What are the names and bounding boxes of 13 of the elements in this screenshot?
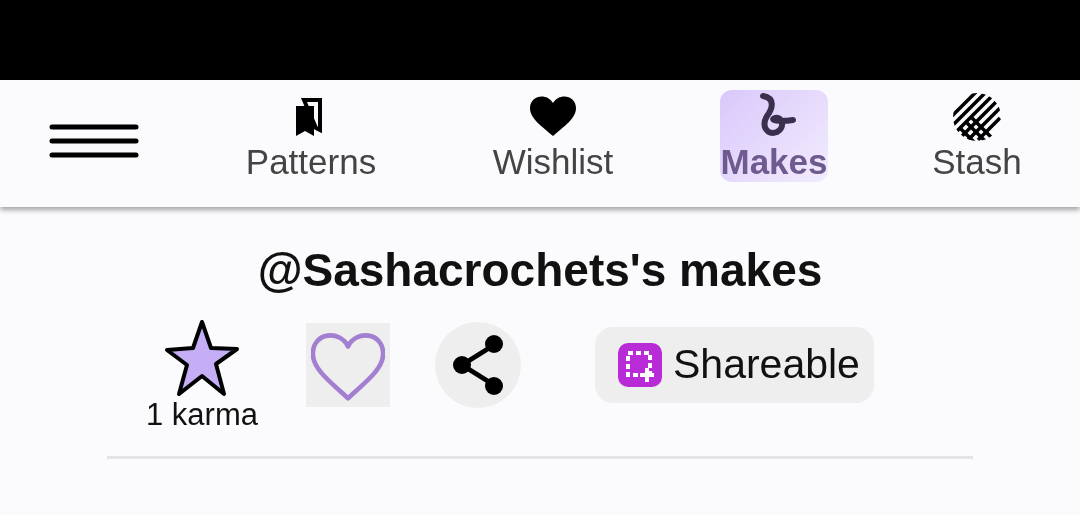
shareable-button[interactable]: Shareable	[595, 327, 874, 404]
nav-tab[interactable]: Makes	[720, 90, 828, 183]
menu-button[interactable]	[48, 123, 139, 160]
nav-tab[interactable]: Wishlist	[488, 90, 618, 185]
nav-tab[interactable]: Stash	[928, 90, 1026, 185]
menu-icon	[48, 123, 139, 160]
karma-count: 1 karma	[146, 398, 258, 433]
nav-tab[interactable]: Patterns	[241, 90, 381, 185]
page-title: @Sashacrochets's makes	[256, 243, 824, 298]
yarn-ball-icon	[952, 92, 1002, 142]
like-button[interactable]	[306, 323, 390, 408]
screenshot-frame-icon	[617, 342, 663, 389]
star-icon	[164, 318, 240, 399]
